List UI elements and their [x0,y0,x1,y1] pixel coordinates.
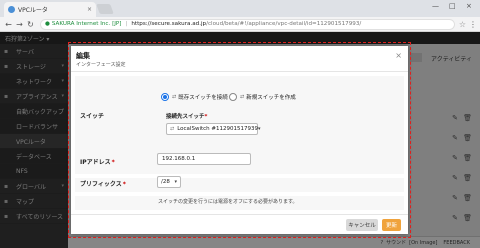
back-icon[interactable]: ← [3,20,14,29]
browser-tabstrip: VPCルータ × — □ × [0,0,480,17]
bookmark-star-icon[interactable]: ☆ [459,20,466,29]
dialog-close-icon[interactable]: × [395,51,402,60]
minimize-icon[interactable]: — [432,2,439,10]
update-button[interactable]: 更新 [382,219,401,231]
radio-unchecked-icon [229,93,237,101]
tab-title: VPCルータ [18,7,48,14]
secure-label: SAKURA Internet Inc. [JP] [51,21,122,27]
reload-icon[interactable]: ↻ [25,20,36,29]
url-path: /cloud/beta/#!/appliance/vpc-detail/id=1… [206,21,362,27]
new-tab-button[interactable] [96,4,114,14]
radio-new-switch[interactable]: ⇄ 新規スイッチを作成 [229,93,296,101]
dialog-subtitle: インターフェース設定 [76,62,126,68]
radio-existing-label: 既存スイッチを接続 [178,95,228,101]
address-bar: ← → ↻ ● SAKURA Internet Inc. [JP] | http… [0,17,480,32]
switch-change-hint: スイッチの変更を行うには電源をオフにする必要があります。 [158,199,298,205]
window-close-icon[interactable]: × [466,2,472,10]
dialog-header: 編集 インターフェース設定 × [71,46,408,72]
forward-icon[interactable]: → [14,20,25,29]
prefix-select-value: /28 [161,179,170,185]
prefix-select[interactable]: /28 ▾ [157,176,181,188]
switch-icon: ⇄ [170,126,175,132]
dialog-title: 編集 [76,52,90,60]
connect-switch-label: 接続先スイッチ* [166,114,208,120]
favicon-icon [8,6,15,13]
maximize-icon[interactable]: □ [449,2,456,10]
tab-close-icon[interactable]: × [87,6,92,13]
prefix-label: プリフィックス* [80,181,126,188]
url-host: https://secure.sakura.ad.jp [131,21,207,27]
ip-address-label: IPアドレス* [80,159,115,166]
url-separator: | [125,21,128,27]
switch-label: スイッチ [80,113,105,120]
switch-select[interactable]: ⇄ LocalSwitch #112901517939 ▾ [166,123,261,135]
radio-checked-icon [161,93,169,101]
browser-tab[interactable]: VPCルータ × [4,2,96,17]
chevron-down-icon: ▾ [258,126,261,132]
chevron-down-icon: ▾ [174,179,177,185]
ip-address-input[interactable] [157,153,251,165]
switch-icon: ⇄ [240,94,245,100]
radio-new-label: 新規スイッチを作成 [246,95,296,101]
switch-icon: ⇄ [172,94,177,100]
lock-icon: ● [45,21,50,27]
radio-existing-switch[interactable]: ⇄ 既存スイッチを接続 [161,93,228,101]
browser-menu-icon[interactable]: ⋮ [469,20,477,29]
dialog-footer: キャンセル 更新 [71,214,408,234]
switch-select-value: LocalSwitch #112901517939 [177,126,258,132]
url-field[interactable]: ● SAKURA Internet Inc. [JP] | https://se… [40,18,455,30]
cancel-button[interactable]: キャンセル [346,219,378,231]
edit-dialog: 編集 インターフェース設定 × [71,46,408,234]
